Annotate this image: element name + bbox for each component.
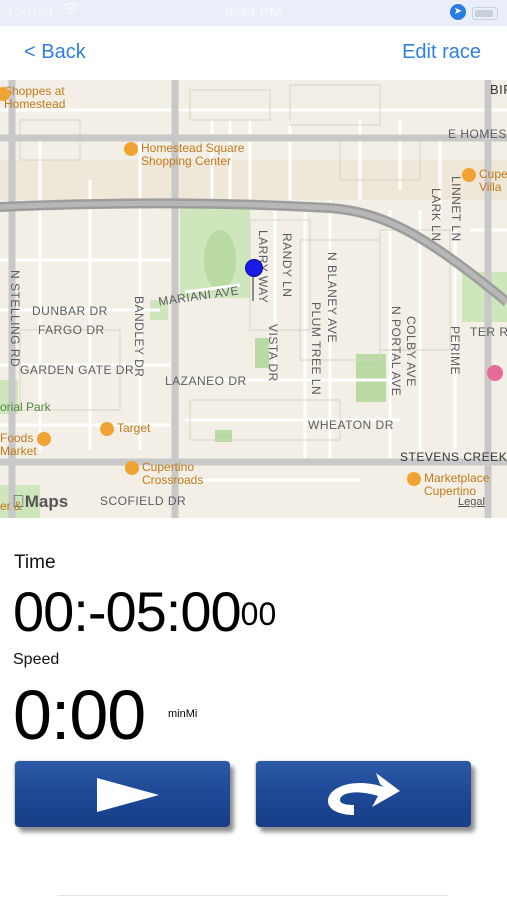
map-view[interactable]: Shoppes at Homestead Homestead Square Sh…: [0, 80, 507, 518]
shopping-bag-icon: [124, 142, 138, 156]
time-main: 00:-05:00: [13, 580, 242, 643]
street-n-stelling: N STELLING RD: [8, 270, 22, 368]
location-arrow-icon: ➤: [450, 4, 466, 20]
status-time: 8:34 PM: [225, 4, 282, 21]
poi-shoppes-at-homestead[interactable]: Shoppes at Homestead: [0, 84, 66, 111]
street-stevens-creek: STEVENS CREEK B: [400, 450, 507, 464]
street-scofield: SCOFIELD DR: [100, 494, 187, 508]
reset-button[interactable]: [256, 761, 471, 827]
poi-label: Shoppes at Homestead: [4, 84, 66, 111]
location-pin-icon[interactable]: [245, 259, 263, 277]
street-plum-tree: PLUM TREE LN: [309, 302, 323, 396]
street-e-homestead: E HOMEST: [448, 127, 507, 141]
time-display: 00:-05:0000: [13, 582, 276, 644]
street-randy: RANDY LN: [280, 233, 294, 298]
poi-label: Target: [117, 421, 151, 436]
speed-unit: minMi: [168, 708, 198, 720]
shopping-bag-icon: [100, 422, 114, 436]
play-icon: [97, 778, 159, 812]
poi-memorial-park[interactable]: orial Park: [0, 400, 51, 414]
poi-cupertino-villa[interactable]: Cupe Villa: [462, 168, 507, 194]
status-bar: Carrier 8:34 PM ➤: [0, 0, 507, 26]
divider: [58, 895, 448, 896]
battery-icon: [472, 7, 498, 20]
shopping-bag-icon: [462, 168, 476, 182]
speed-display: 0:00: [13, 676, 146, 754]
time-fraction: 00: [240, 596, 277, 632]
street-n-blaney: N BLANEY AVE: [325, 252, 339, 343]
street-n-portal: N PORTAL AVE: [389, 306, 403, 397]
street-perimeter: TER RD: [470, 325, 507, 339]
undo-arrow-icon: [314, 767, 404, 828]
street-lazaneo: LAZANEO DR: [165, 374, 247, 388]
poi-label: Cupe Villa: [479, 167, 507, 194]
street-dunbar: DUNBAR DR: [32, 304, 108, 318]
shopping-bag-icon: [36, 432, 51, 446]
apple-maps-logo: Maps: [12, 492, 68, 511]
shopping-bag-icon: [125, 461, 139, 475]
street-perime: PERIME: [448, 326, 462, 376]
legal-link[interactable]: Legal: [458, 496, 485, 508]
speed-label: Speed: [13, 651, 60, 668]
street-linnet: LINNET LN: [449, 176, 463, 242]
poi-homestead-square[interactable]: Homestead Square Shopping Center: [124, 142, 244, 168]
edit-race-button[interactable]: Edit race: [402, 41, 481, 64]
street-colby: COLBY AVE: [404, 316, 418, 387]
street-garden-gate: GARDEN GATE DR: [20, 363, 135, 377]
street-fargo: FARGO DR: [38, 323, 105, 337]
poi-label: Cupertino Crossroads: [142, 460, 204, 487]
street-vista: VISTA DR: [266, 324, 280, 382]
map-pin-stem: [252, 275, 254, 301]
navigation-bar: < Back Edit race: [0, 26, 507, 80]
street-wheaton: WHEATON DR: [308, 418, 394, 432]
shopping-bag-icon: [407, 472, 421, 486]
street-bir: BIR: [490, 82, 507, 97]
play-button[interactable]: [15, 761, 230, 827]
street-bandley: BANDLEY DR: [132, 296, 146, 378]
back-button[interactable]: < Back: [24, 41, 86, 64]
time-label: Time: [14, 552, 56, 573]
poi-label: Marketplace Cupertino: [424, 471, 490, 498]
shopping-pin-icon: [487, 365, 503, 381]
poi-label: Foods Market: [0, 431, 37, 458]
poi-label: Homestead Square Shopping Center: [141, 141, 245, 168]
poi-marketplace-cupertino[interactable]: Marketplace Cupertino: [407, 472, 489, 498]
poi-target[interactable]: Target: [100, 422, 150, 436]
poi-foods-market[interactable]: Foods Market: [0, 432, 54, 458]
poi-cupertino-crossroads[interactable]: Cupertino Crossroads: [125, 461, 203, 487]
street-lark: LARK LN: [429, 188, 443, 242]
